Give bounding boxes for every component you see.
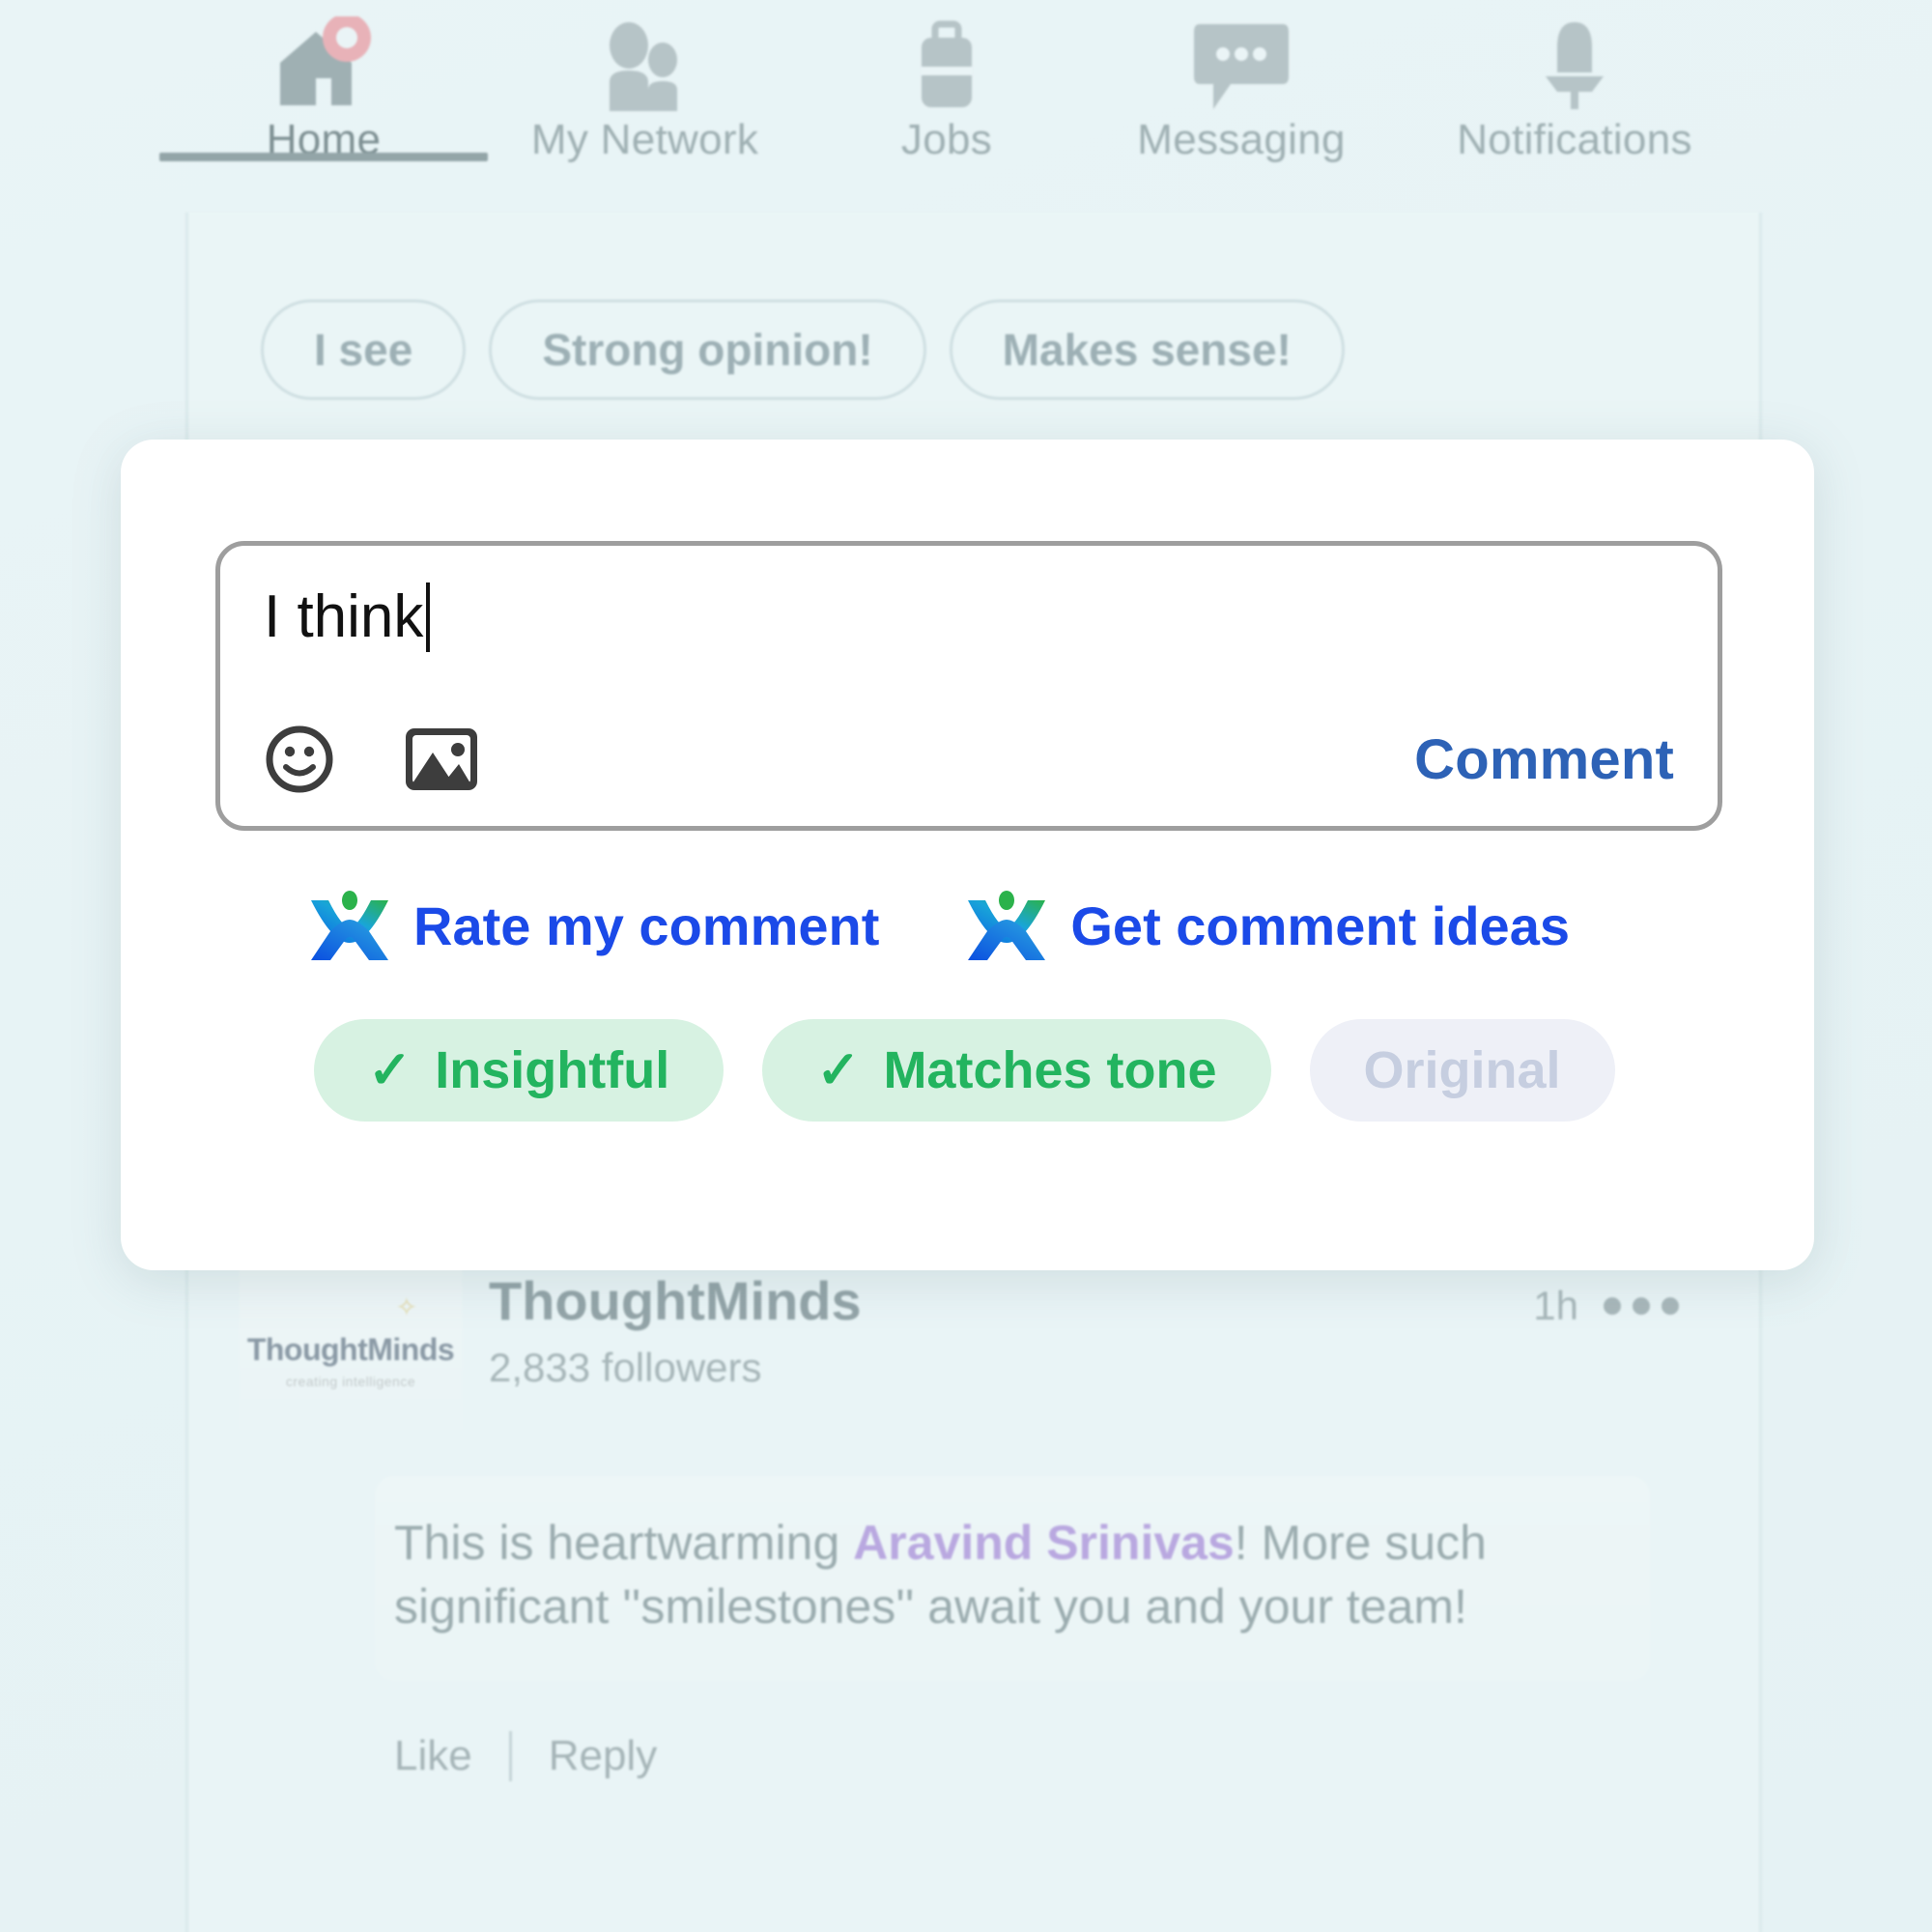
nav-label-jobs: Jobs — [900, 116, 993, 163]
image-icon[interactable] — [403, 725, 480, 793]
nav-item-my-network[interactable]: My Network — [478, 0, 811, 161]
rate-my-comment-label: Rate my comment — [413, 895, 880, 956]
nav-item-jobs[interactable]: Jobs — [811, 0, 1082, 161]
nav-label-notifications: Notifications — [1457, 116, 1692, 163]
briefcase-icon — [898, 14, 995, 115]
comment-input-wrapper[interactable]: I think — [264, 582, 431, 652]
people-icon — [592, 14, 698, 115]
rating-pill-original[interactable]: Original — [1309, 1019, 1615, 1122]
sparkle-icon: ✧ — [396, 1293, 417, 1321]
chat-bubble-icon — [1188, 14, 1294, 115]
post-body: This is heartwarming Aravind Srinivas! M… — [375, 1476, 1650, 1681]
get-comment-ideas-action[interactable]: Get comment ideas — [966, 889, 1570, 962]
rate-my-comment-action[interactable]: Rate my comment — [309, 889, 879, 962]
feed-post: ✧ ThoughtMinds creating intelligence Tho… — [240, 1265, 1689, 1781]
post-timestamp: 1h — [1533, 1283, 1578, 1328]
avatar-tagline: creating intelligence — [285, 1373, 416, 1389]
comment-input-value: I think — [264, 583, 424, 650]
emoji-smiley-icon[interactable] — [264, 724, 335, 795]
post-actions: Like Reply — [394, 1731, 1689, 1781]
nav-item-home[interactable]: Home — [159, 0, 488, 161]
post-mention-link[interactable]: Aravind Srinivas — [853, 1516, 1235, 1570]
home-icon — [266, 14, 382, 115]
post-author-name[interactable]: ThoughtMinds — [489, 1271, 1506, 1331]
nav-item-messaging[interactable]: Messaging — [1082, 0, 1401, 161]
rating-pills-row: ✓ Insightful ✓ Matches tone Original — [314, 1019, 1615, 1122]
post-author-block: ThoughtMinds 2,833 followers — [489, 1265, 1506, 1391]
avatar-brand-text: ThoughtMinds — [246, 1331, 455, 1367]
composer-tool-icons — [264, 724, 480, 795]
get-comment-ideas-label: Get comment ideas — [1070, 895, 1570, 956]
suggestion-chips: I see Strong opinion! Makes sense! — [261, 299, 1345, 400]
comment-composer[interactable]: I think Comment — [215, 541, 1722, 831]
rating-pill-label: Matches tone — [883, 1041, 1217, 1099]
action-divider — [508, 1731, 512, 1781]
bell-icon — [1526, 14, 1623, 115]
post-body-prefix: This is heartwarming — [394, 1516, 854, 1570]
nav-active-underline — [159, 153, 488, 161]
text-caret — [426, 582, 431, 652]
more-horizontal-icon[interactable] — [1604, 1297, 1679, 1315]
suggestion-chip-0[interactable]: I see — [261, 299, 467, 400]
check-icon: ✓ — [368, 1041, 412, 1099]
nav-label-messaging: Messaging — [1137, 116, 1346, 163]
composer-toolbar: Comment — [264, 724, 1674, 795]
brand-x-person-icon — [309, 889, 390, 962]
rating-pill-label: Original — [1363, 1041, 1561, 1099]
suggestion-chip-2[interactable]: Makes sense! — [949, 299, 1345, 400]
post-header-right: 1h — [1533, 1265, 1689, 1329]
like-button[interactable]: Like — [394, 1732, 472, 1780]
suggestion-chip-1[interactable]: Strong opinion! — [489, 299, 926, 400]
top-navigation: Home My Network Jobs Messaging Notificat… — [0, 0, 1932, 198]
post-follower-count: 2,833 followers — [489, 1344, 762, 1390]
post-header: ✧ ThoughtMinds creating intelligence Tho… — [240, 1265, 1689, 1430]
rating-pill-matches-tone[interactable]: ✓ Matches tone — [762, 1019, 1271, 1122]
app-root: Home My Network Jobs Messaging Notificat… — [0, 0, 1932, 1932]
nav-item-notifications[interactable]: Notifications — [1401, 0, 1748, 161]
reply-button[interactable]: Reply — [549, 1732, 658, 1780]
comment-assistant-modal: I think Comment Rate my comment Get comm… — [121, 440, 1814, 1270]
rating-pill-insightful[interactable]: ✓ Insightful — [314, 1019, 724, 1122]
avatar: ✧ ThoughtMinds creating intelligence — [240, 1265, 462, 1430]
rating-pill-label: Insightful — [435, 1041, 670, 1099]
ai-actions-row: Rate my comment Get comment ideas — [309, 889, 1570, 962]
brand-x-person-icon — [966, 889, 1047, 962]
check-icon: ✓ — [816, 1041, 861, 1099]
nav-label-my-network: My Network — [530, 116, 759, 163]
submit-comment-button[interactable]: Comment — [1414, 727, 1674, 792]
